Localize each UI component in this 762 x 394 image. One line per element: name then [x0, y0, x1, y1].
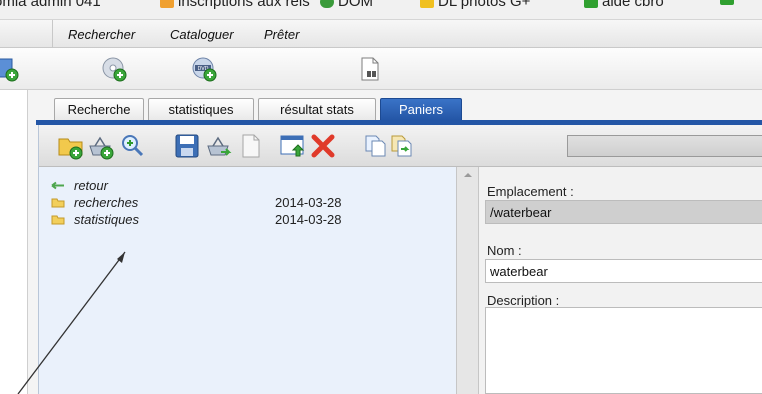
add-record-icon[interactable] [0, 56, 20, 82]
path-field[interactable] [567, 135, 762, 157]
bookmark-item[interactable]: DL photos G+ [420, 0, 530, 10]
description-field[interactable] [485, 307, 762, 394]
tab-paniers[interactable]: Paniers [380, 98, 462, 120]
bookmark-item[interactable]: inscriptions aux rels [160, 0, 310, 10]
main-toolbar: DVD [0, 48, 762, 90]
copy-icon[interactable] [363, 132, 391, 160]
bookmark-label: inscriptions aux rels [178, 0, 310, 10]
list-item[interactable]: statistiques [51, 211, 139, 227]
folder-icon [51, 198, 65, 207]
bookmark-icon [420, 0, 434, 8]
blank-document-icon[interactable] [237, 132, 265, 160]
back-arrow-icon [51, 181, 64, 189]
back-label: retour [74, 177, 108, 193]
back-link[interactable]: retour [51, 177, 108, 193]
panel-splitter[interactable] [456, 167, 479, 394]
item-date: 2014-03-28 [275, 212, 342, 227]
menu-separator [52, 20, 53, 48]
bookmark-bar: omia admin 041 inscriptions aux rels DOM… [0, 0, 762, 20]
panier-toolbar [39, 125, 762, 167]
tab-resultat-stats[interactable]: résultat stats [258, 98, 376, 120]
item-label: statistiques [74, 211, 140, 227]
add-basket-icon[interactable] [87, 132, 115, 160]
tab-label: statistiques [168, 102, 234, 117]
name-field[interactable]: waterbear [485, 259, 762, 283]
menu-rechercher[interactable]: Rechercher [68, 27, 135, 42]
zoom-icon[interactable] [119, 132, 147, 160]
delete-icon[interactable] [309, 132, 337, 160]
tab-label: Paniers [398, 102, 444, 117]
paniers-panel: retour recherches 2014-03-28 statistique… [38, 125, 762, 394]
new-folder-icon[interactable] [57, 132, 85, 160]
menu-preter[interactable]: Prêter [264, 27, 299, 42]
location-field: /waterbear [485, 200, 762, 224]
menu-bar: Rechercher Cataloguer Prêter [0, 20, 762, 48]
tab-statistiques[interactable]: statistiques [148, 98, 254, 120]
item-label: recherches [74, 194, 139, 210]
bookmark-icon [160, 0, 174, 8]
export-window-icon[interactable] [279, 132, 307, 160]
menu-cataloguer[interactable]: Cataloguer [170, 27, 234, 42]
bookmark-icon [320, 0, 334, 8]
list-item[interactable]: recherches [51, 194, 138, 210]
name-label: Nom : [487, 243, 522, 258]
tab-label: résultat stats [280, 102, 354, 117]
bookmark-item[interactable]: DOM [320, 0, 373, 10]
content-frame: Recherche statistiques résultat stats Pa… [28, 90, 762, 394]
tab-label: Recherche [67, 102, 131, 117]
add-cd-icon[interactable] [100, 56, 128, 82]
bookmark-label: DL photos G+ [438, 0, 531, 10]
bookmark-label: DOM [338, 0, 373, 10]
tab-recherche[interactable]: Recherche [54, 98, 144, 120]
bookmark-item[interactable]: omia admin 041 [0, 0, 101, 10]
basket-form: Emplacement : /waterbear Nom : waterbear… [479, 167, 762, 394]
scroll-up-icon[interactable] [463, 171, 473, 178]
bookmark-icon [584, 0, 598, 8]
item-date: 2014-03-28 [275, 195, 342, 210]
bookmark-item[interactable]: aide cbro [584, 0, 664, 10]
paste-icon[interactable] [389, 132, 417, 160]
bookmark-item[interactable] [720, 0, 734, 5]
basket-tree: retour recherches 2014-03-28 statistique… [39, 167, 456, 394]
app-window: omia admin 041 inscriptions aux rels DOM… [0, 0, 762, 394]
basket-icon[interactable] [205, 132, 233, 160]
bookmark-label: aide cbro [602, 0, 664, 10]
search-document-icon[interactable] [356, 56, 384, 82]
folder-icon [51, 215, 65, 224]
add-dvd-icon[interactable]: DVD [190, 56, 218, 82]
bookmark-label: omia admin 041 [0, 0, 101, 10]
bookmark-icon [720, 0, 734, 5]
save-icon[interactable] [173, 132, 201, 160]
description-label: Description : [487, 293, 560, 308]
left-gutter [0, 90, 28, 394]
location-label: Emplacement : [487, 184, 574, 199]
